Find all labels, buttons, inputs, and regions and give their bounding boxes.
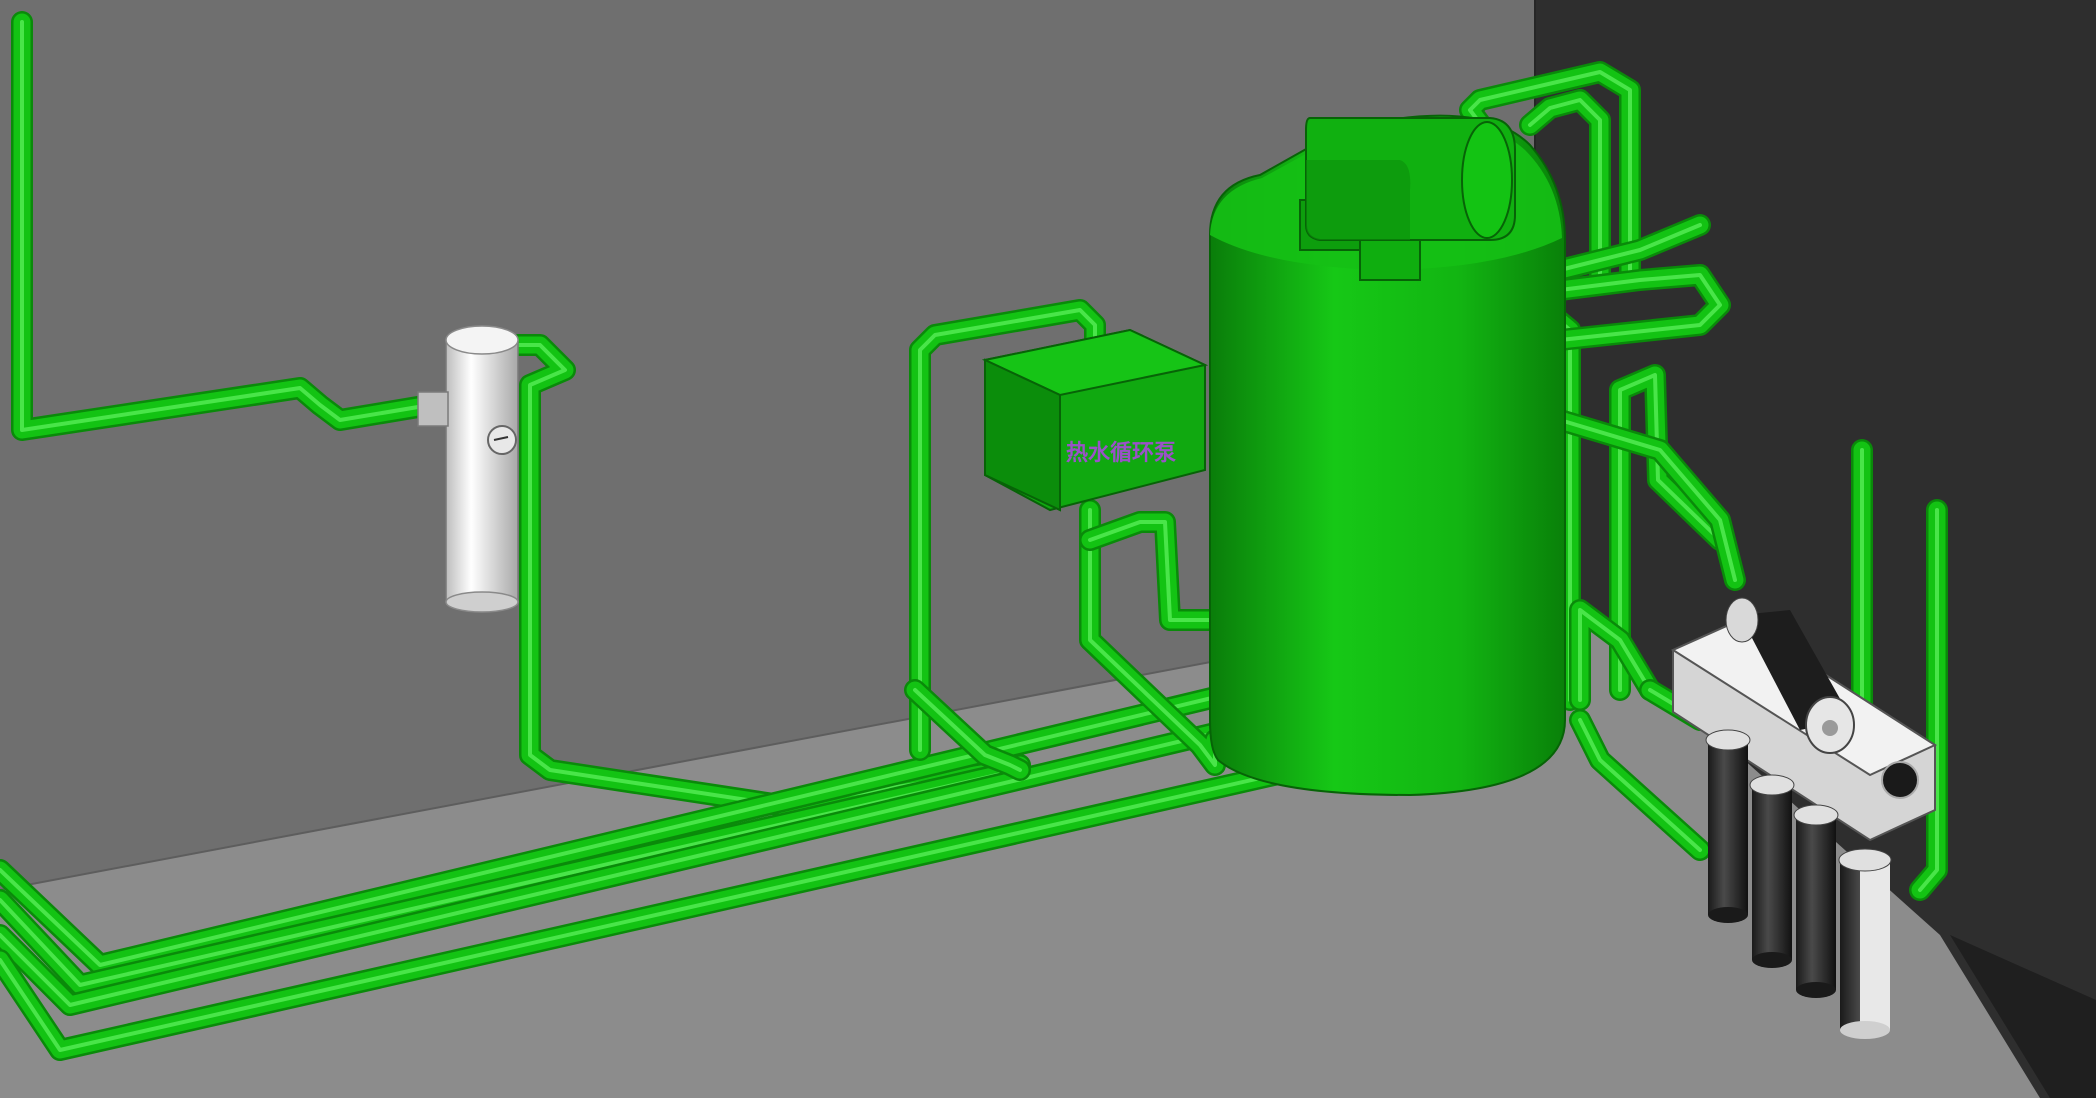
plumbing-3d-view: 热水循环泵 <box>0 0 2096 1098</box>
pump-box-label: 热水循环泵 <box>1066 440 1176 466</box>
filter-housing-2 <box>1749 774 1795 968</box>
filter-housing-1 <box>1705 729 1751 923</box>
gauge-icon <box>487 425 517 455</box>
filter-housing-3 <box>1793 804 1839 998</box>
filter-housing-4 <box>1838 848 1892 1039</box>
pressure-gauge-icon <box>1881 761 1919 799</box>
